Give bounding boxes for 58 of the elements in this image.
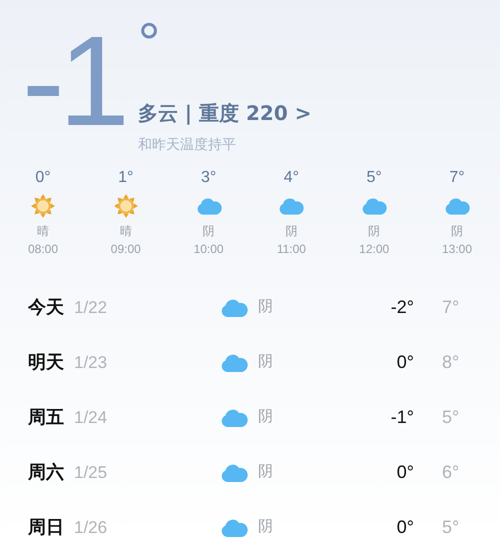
- cloud-icon: [220, 462, 248, 483]
- hour-temperature: 3°: [200, 168, 216, 188]
- high-temperature: 7°: [442, 296, 460, 319]
- sun-icon: [30, 193, 56, 219]
- hour-condition: 阴: [202, 223, 215, 240]
- degree-symbol: °: [138, 18, 162, 68]
- day-date: 1/24: [74, 406, 108, 429]
- hour-temperature: 7°: [449, 168, 465, 188]
- hour-time: 13:00: [442, 241, 472, 258]
- day-condition: 阴: [258, 297, 274, 318]
- hour-time: 10:00: [194, 241, 224, 258]
- hour-condition: 晴: [120, 223, 132, 240]
- hour-time: 08:00: [28, 241, 58, 258]
- hour-temperature: 0°: [35, 168, 51, 188]
- hour-condition: 阴: [368, 223, 380, 240]
- hour-time: 11:00: [276, 241, 306, 258]
- day-date: 1/22: [74, 296, 108, 319]
- high-temperature: 6°: [442, 461, 460, 484]
- day-condition: 阴: [258, 407, 274, 428]
- day-date: 1/23: [74, 352, 108, 374]
- day-condition: 阴: [258, 352, 274, 372]
- low-temperature: 0°: [396, 351, 414, 374]
- hour-temperature: 4°: [284, 168, 300, 188]
- hour-condition: 晴: [37, 223, 49, 240]
- day-date: 1/26: [74, 516, 108, 539]
- cloud-icon: [220, 407, 248, 428]
- weather-summary-link[interactable]: 多云 | 重度 220 >: [138, 98, 312, 128]
- hour-temperature: 1°: [118, 168, 134, 188]
- low-temperature: -1°: [390, 406, 414, 429]
- high-temperature: 8°: [442, 351, 460, 374]
- day-name: 明天: [28, 351, 65, 374]
- hour-time: 09:00: [110, 241, 141, 258]
- day-name: 周六: [28, 461, 65, 484]
- hour-temperature: 5°: [366, 168, 382, 188]
- low-temperature: -2°: [390, 296, 414, 319]
- cloud-icon: [220, 352, 248, 373]
- day-name: 周日: [28, 516, 65, 539]
- day-condition: 阴: [258, 517, 274, 538]
- hour-time: 12:00: [359, 241, 390, 258]
- low-temperature: 0°: [396, 461, 414, 484]
- day-name: 周五: [28, 406, 65, 429]
- sun-icon: [112, 193, 139, 219]
- current-temperature: -1: [22, 18, 124, 146]
- cloud-icon: [361, 196, 388, 216]
- day-name: 今天: [28, 296, 65, 319]
- temperature-comparison: 和昨天温度持平: [138, 135, 237, 154]
- cloud-icon: [278, 196, 304, 216]
- high-temperature: 5°: [442, 516, 460, 539]
- hour-condition: 阴: [450, 223, 463, 240]
- cloud-icon: [220, 517, 248, 538]
- cloud-icon: [196, 196, 222, 216]
- cloud-icon: [444, 196, 470, 216]
- high-temperature: 5°: [442, 406, 460, 429]
- day-condition: 阴: [258, 462, 274, 482]
- cloud-icon: [220, 297, 248, 318]
- hour-condition: 阴: [285, 223, 298, 240]
- low-temperature: 0°: [396, 516, 414, 539]
- day-date: 1/25: [74, 462, 108, 484]
